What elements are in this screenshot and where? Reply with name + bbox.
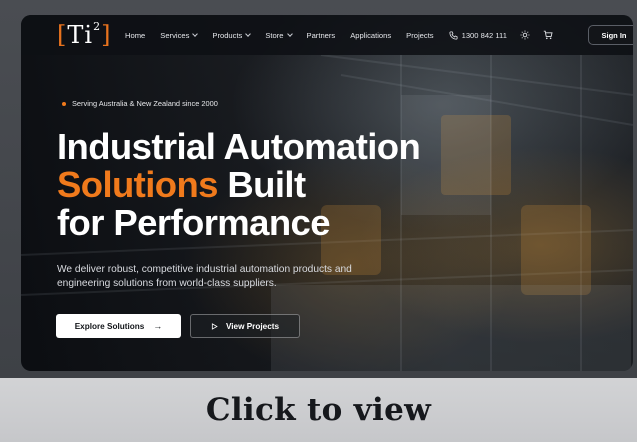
chevron-down-icon [286, 31, 293, 37]
nav-projects-label: Projects [406, 30, 434, 40]
preview-frame[interactable]: [ Ti 2 ] Home Services Products Store Pa… [0, 0, 637, 442]
cart-button[interactable] [542, 29, 554, 41]
view-projects-label: View Projects [225, 321, 280, 331]
phone-link[interactable]: 1300 842 111 [449, 31, 507, 40]
nav-products-label: Products [212, 30, 243, 40]
nav-home-label: Home [125, 30, 146, 40]
nav-store-label: Store [265, 30, 284, 40]
hero-description: We deliver robust, competitive industria… [57, 264, 352, 289]
website-screenshot[interactable]: [ Ti 2 ] Home Services Products Store Pa… [21, 15, 633, 371]
nav-services-label: Services [160, 30, 190, 40]
nav-store[interactable]: Store [265, 30, 293, 40]
chevron-down-icon [245, 31, 252, 37]
nav-partners-label: Partners [306, 30, 336, 40]
phone-number: 1300 842 111 [461, 30, 507, 40]
since-badge-text: Serving Australia & New Zealand since 20… [72, 99, 218, 108]
sign-in-button[interactable]: Sign In [588, 25, 633, 45]
logo-bracket-right: ] [101, 21, 112, 49]
headline-line-2-rest: Built [217, 164, 306, 205]
sun-icon [520, 30, 530, 40]
hero-headline: Industrial Automation Solutions Built fo… [57, 126, 421, 243]
logo-text: Ti [67, 21, 94, 49]
nav-links: Home Services Products Store Partners Ap… [125, 15, 565, 55]
top-navigation: [ Ti 2 ] Home Services Products Store Pa… [21, 15, 633, 55]
explore-solutions-label: Explore Solutions [74, 321, 145, 331]
since-badge: Serving Australia & New Zealand since 20… [62, 99, 218, 108]
nav-products[interactable]: Products [212, 30, 252, 40]
orange-dot-icon [62, 101, 66, 106]
logo-superscript: 2 [93, 19, 102, 33]
cart-icon [543, 30, 553, 40]
view-projects-button[interactable]: View Projects [190, 314, 300, 338]
click-to-view-text: Click to view [205, 392, 432, 428]
headline-line-1: Industrial Automation [57, 126, 421, 167]
nav-partners[interactable]: Partners [307, 31, 336, 40]
play-icon [211, 322, 218, 330]
chevron-down-icon [192, 31, 199, 37]
ti2-logo[interactable]: [ Ti 2 ] [57, 19, 111, 51]
phone-icon [449, 30, 458, 40]
nav-applications[interactable]: Applications [350, 31, 391, 40]
nav-home[interactable]: Home [125, 31, 145, 40]
logo-bracket-left: [ [57, 21, 68, 49]
theme-toggle[interactable] [519, 29, 531, 41]
headline-line-2: Solutions Built [57, 166, 420, 204]
headline-accent: Solutions [57, 164, 218, 205]
explore-solutions-button[interactable]: Explore Solutions → [56, 314, 181, 338]
nav-services[interactable]: Services [160, 30, 199, 40]
nav-projects[interactable]: Projects [406, 31, 433, 40]
headline-line-3: for Performance [57, 202, 331, 243]
arrow-right-icon: → [153, 321, 163, 331]
nav-applications-label: Applications [350, 30, 392, 40]
click-to-view-banner[interactable]: Click to view [0, 378, 637, 442]
